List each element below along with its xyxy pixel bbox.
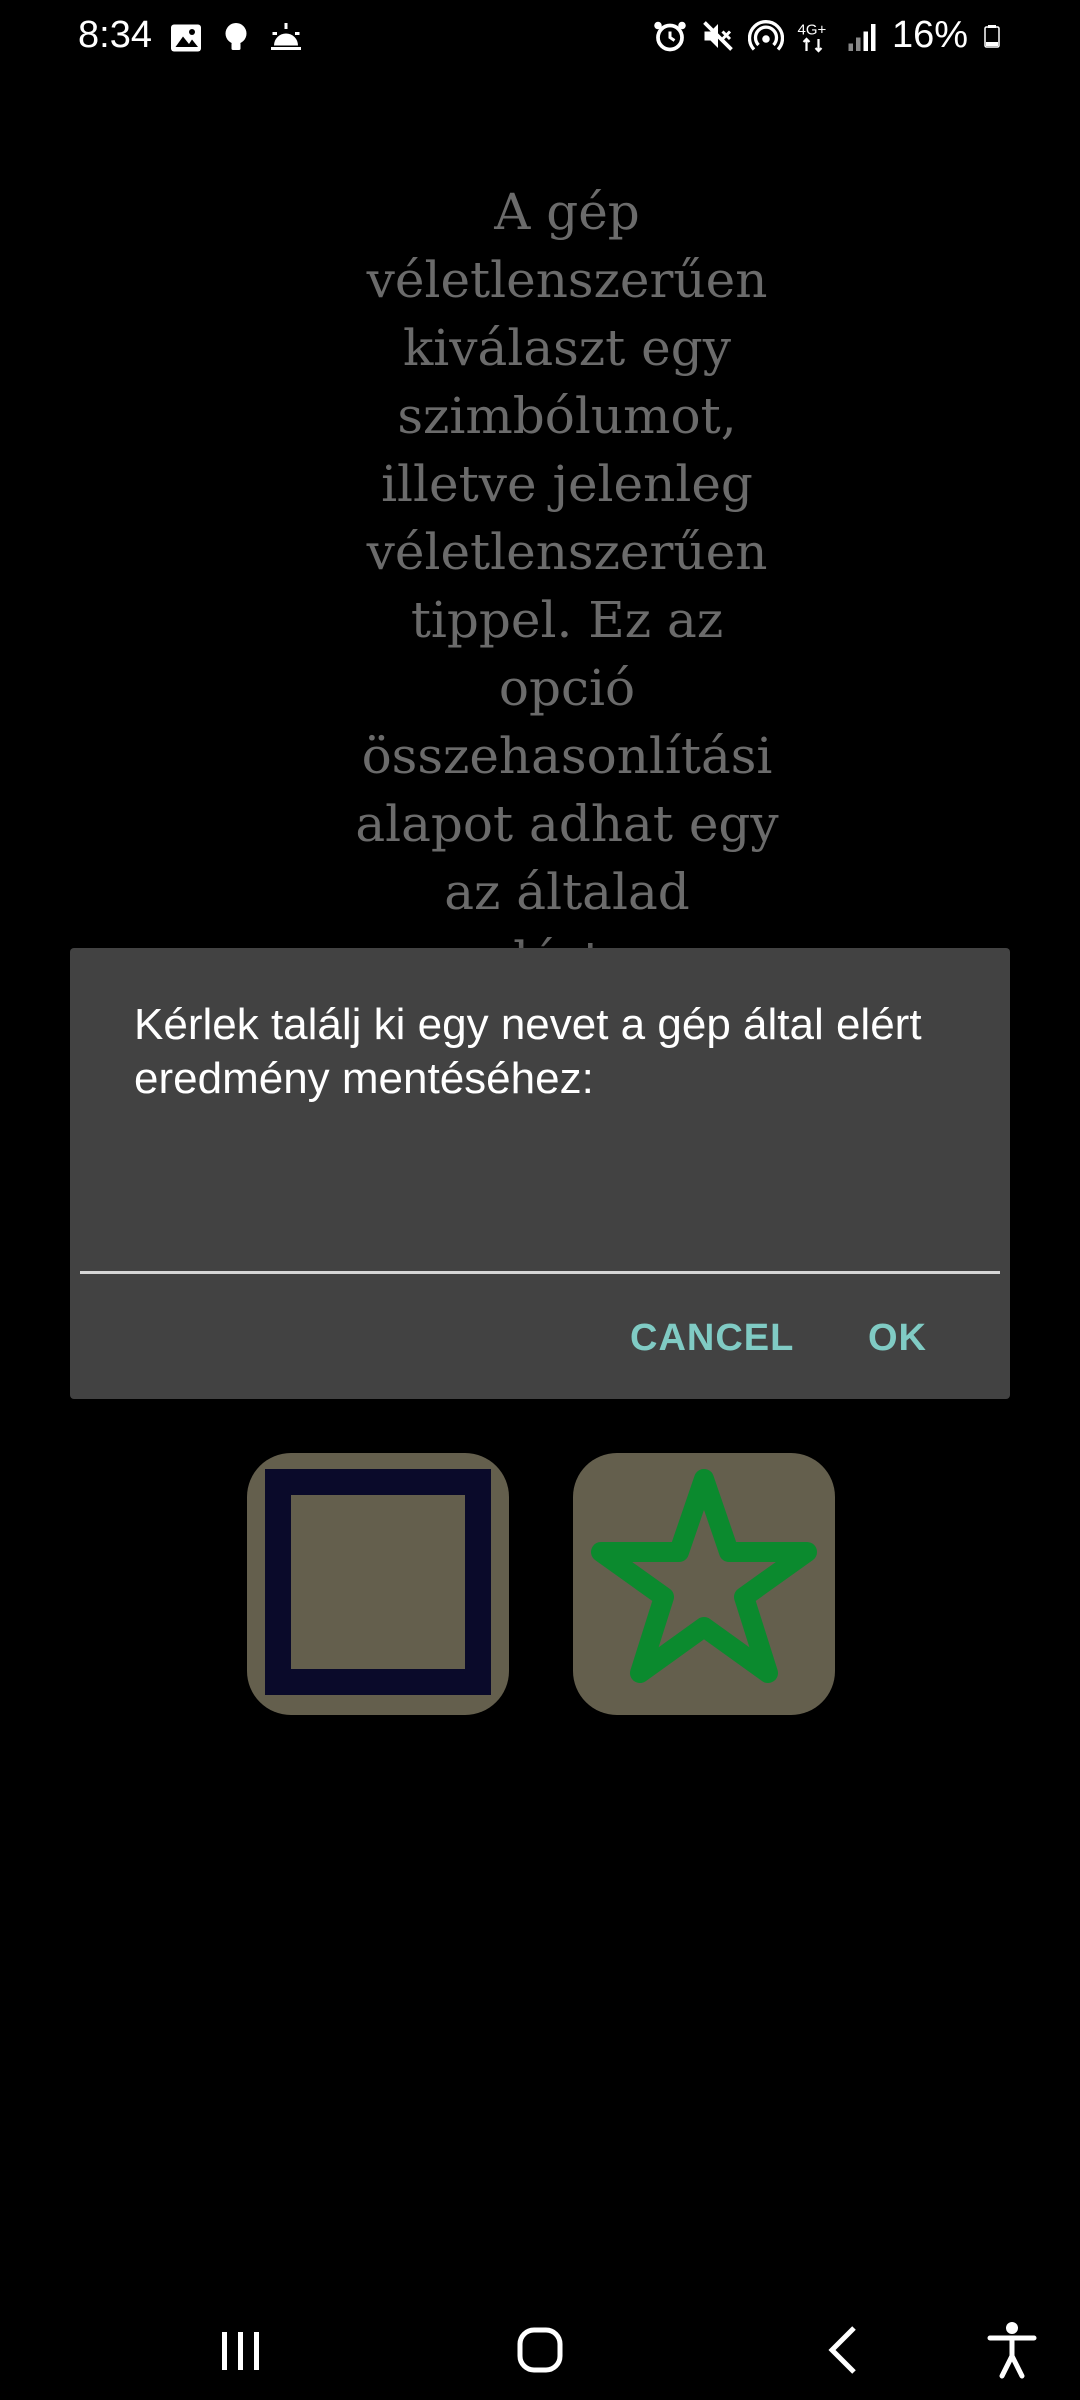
recent-apps-icon[interactable] <box>200 2310 280 2390</box>
battery-percent: 16% <box>891 14 968 56</box>
ok-button[interactable]: OK <box>848 1296 947 1380</box>
image-icon <box>171 24 201 52</box>
navigation-bar <box>0 2290 1080 2400</box>
description-line: A gép <box>494 183 640 241</box>
status-time: 8:34 <box>78 14 152 56</box>
home-icon[interactable] <box>500 2310 580 2390</box>
description-line: opció <box>498 659 636 717</box>
description-line: véletlenszerűen <box>366 251 768 309</box>
description-line: illetve jelenleg <box>381 455 753 513</box>
description-line: véletlenszerűen <box>366 523 768 581</box>
accessibility-icon[interactable] <box>972 2310 1052 2390</box>
status-left-icons <box>168 20 304 56</box>
battery-icon <box>984 24 1000 48</box>
description-line: összehasonlítási <box>361 727 773 785</box>
description-line: szimbólumot, <box>397 387 737 445</box>
network-label: 4G+ <box>797 21 826 38</box>
square-symbol-button[interactable] <box>247 1453 509 1715</box>
star-symbol-button[interactable] <box>573 1453 835 1715</box>
sunrise-icon <box>271 23 301 50</box>
status-bar: 8:34 4G+ 16% <box>0 0 1080 76</box>
save-name-dialog: Kérlek találj ki egy nevet a gép által e… <box>70 948 1010 1399</box>
signal-icon <box>848 23 876 51</box>
bulb-icon <box>225 23 247 50</box>
network-4g-icon: 4G+ <box>797 21 826 53</box>
dialog-message: Kérlek találj ki egy nevet a gép által e… <box>134 1000 922 1103</box>
description-line: az általad <box>444 863 690 921</box>
alarm-icon <box>654 21 686 51</box>
name-input[interactable] <box>80 1210 1000 1274</box>
cancel-button[interactable]: CANCEL <box>610 1296 814 1380</box>
description-line: kiválaszt egy <box>403 319 731 377</box>
square-symbol-icon <box>265 1469 491 1695</box>
star-symbol-icon <box>591 1469 817 1683</box>
description-line: alapot adhat egy <box>355 795 779 853</box>
mute-icon <box>703 20 733 51</box>
status-right-icons: 4G+ 16% <box>652 14 1004 57</box>
game-description: A gép véletlenszerűen kiválaszt egy szim… <box>300 178 834 994</box>
back-icon[interactable] <box>804 2310 884 2390</box>
description-line: tippel. Ez az <box>410 591 724 649</box>
hotspot-icon <box>747 19 784 51</box>
